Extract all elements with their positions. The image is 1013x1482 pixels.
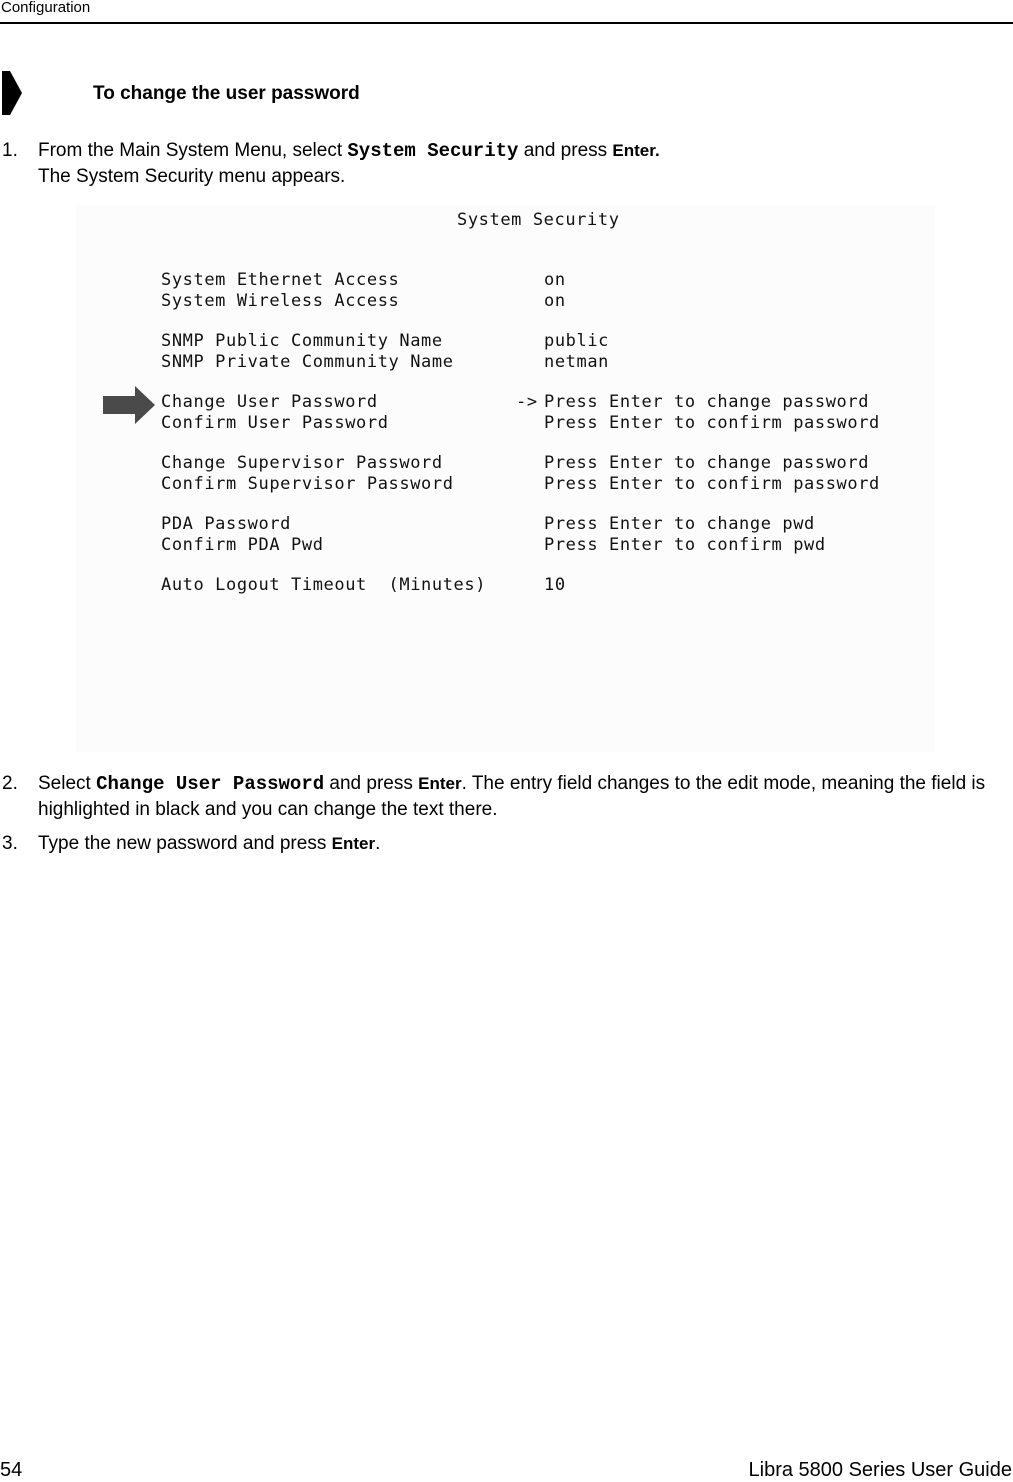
- cursor-marker: ->: [516, 392, 538, 412]
- right-arrow-pointer-icon: [103, 386, 155, 424]
- menu-row-value: netman: [544, 352, 610, 372]
- menu-row-value: Press Enter to confirm password: [544, 474, 880, 494]
- step-body: From the Main System Menu, select System…: [38, 138, 998, 190]
- menu-row-label: Confirm Supervisor Password: [161, 474, 454, 494]
- menu-option-code: Change User Password: [96, 773, 325, 795]
- menu-row-label: System Ethernet Access: [161, 270, 400, 290]
- menu-row-label: System Wireless Access: [161, 291, 400, 311]
- step-text: .: [375, 833, 381, 854]
- key-name: Enter: [331, 834, 376, 853]
- menu-row-label: SNMP Public Community Name: [161, 331, 443, 351]
- menu-row-label: Confirm PDA Pwd: [161, 535, 324, 555]
- menu-row-label: PDA Password: [161, 514, 292, 534]
- menu-option-code: System Security: [347, 140, 519, 162]
- menu-row-label-selected: Change User Password: [161, 392, 378, 412]
- step-text: Select: [38, 773, 97, 794]
- step-number: 1.: [2, 140, 18, 161]
- menu-row-value: Press Enter to confirm pwd: [544, 535, 826, 555]
- step-body: Type the new password and press Enter.: [38, 831, 998, 857]
- menu-row-value: Press Enter to change password: [544, 453, 870, 473]
- menu-row-value: 10: [544, 575, 566, 595]
- section-title: Configuration: [1, 0, 91, 16]
- menu-row-value: public: [544, 331, 610, 351]
- menu-row-label: Confirm User Password: [161, 413, 389, 433]
- screen-title: System Security: [457, 210, 620, 230]
- step-number: 3.: [2, 833, 18, 854]
- step-body: Select Change User Password and press En…: [38, 771, 998, 823]
- step-text: Type the new password and press: [38, 833, 332, 854]
- key-name: Enter.: [612, 141, 660, 160]
- system-security-screenshot: System Security System Ethernet Access o…: [76, 205, 935, 752]
- menu-row-value: Press Enter to change password: [544, 392, 870, 412]
- menu-row-value: on: [544, 291, 566, 311]
- step-result: The System Security menu appears.: [38, 166, 346, 187]
- procedure-arrow-icon: [2, 71, 22, 115]
- menu-row-label: SNMP Private Community Name: [161, 352, 454, 372]
- procedure-heading: To change the user password: [93, 83, 360, 104]
- menu-row-value: Press Enter to change pwd: [544, 514, 815, 534]
- menu-row-value: on: [544, 270, 566, 290]
- menu-row-label: Auto Logout Timeout (Minutes): [161, 575, 487, 595]
- step-text: and press: [324, 773, 419, 794]
- page-number: 54: [0, 1459, 23, 1481]
- menu-row-label: Change Supervisor Password: [161, 453, 443, 473]
- key-name: Enter: [418, 774, 462, 793]
- step-text: and press: [518, 140, 613, 161]
- document-title: Libra 5800 Series User Guide: [748, 1459, 1012, 1481]
- step-number: 2.: [2, 773, 18, 794]
- running-header: Configuration: [0, 0, 1013, 24]
- menu-row-value: Press Enter to confirm password: [544, 413, 880, 433]
- step-text: From the Main System Menu, select: [38, 140, 348, 161]
